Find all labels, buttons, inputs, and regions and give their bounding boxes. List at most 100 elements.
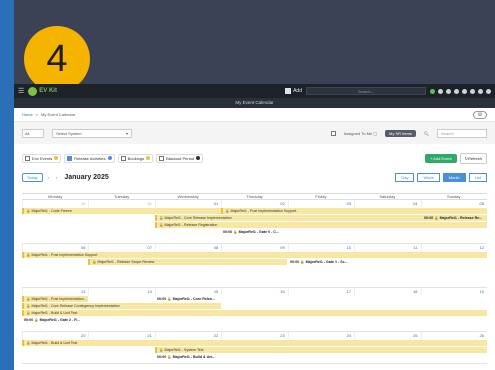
dow-label: Tuesday — [114, 194, 130, 199]
calendar-event[interactable]: 00:00 🔒 MajorRel1 - Gate 0 - C... — [221, 229, 285, 235]
legend-checkbox[interactable] — [67, 155, 73, 161]
legend-color-icon — [146, 156, 151, 160]
add-event-button[interactable]: + Add Event — [424, 153, 457, 163]
logo-leaf-icon — [28, 86, 38, 96]
search-icon: 🔍︎ — [423, 130, 429, 136]
calendar-event[interactable]: 🔒 MajorRel1 - Post Implementation Suppor… — [221, 208, 487, 214]
day-number-row: 13 14 15 16 17 18 19 — [22, 288, 487, 295]
calendar-event[interactable]: 00:00 🔒 MajorRel1 - Gate 2 - R... — [22, 317, 88, 323]
day-number[interactable]: 21 — [88, 332, 154, 339]
day-number[interactable]: 08 — [154, 244, 221, 251]
calendar-event[interactable]: 00:00 🔒 MajorRel1 - Release Re... — [422, 215, 487, 221]
calendar-event[interactable]: 🔒 MajorRel1 - Core Release Contingency I… — [22, 303, 221, 309]
day-number[interactable]: 19 — [420, 288, 487, 295]
left-accent-bar — [0, 0, 14, 370]
day-number[interactable]: 07 — [88, 244, 154, 251]
add-icon — [285, 88, 292, 94]
calendar-event[interactable]: 🔒 MajorRel1 - Code Freeze — [22, 208, 221, 214]
status-online-icon[interactable] — [430, 88, 435, 94]
legend-checkbox[interactable] — [159, 155, 165, 161]
settings-gear-icon[interactable] — [454, 88, 459, 94]
calendar-event[interactable]: 🔒 MajorRel1 - Build & Unit Test — [22, 310, 487, 316]
day-number[interactable]: 25 — [354, 332, 420, 339]
day-number[interactable]: 23 — [221, 332, 287, 339]
calendar-event[interactable]: 🔒 MajorRel1 - Release Scope Review — [88, 259, 287, 265]
calendar-event[interactable]: 00:00 🔒 MajorRel1 - Core Relea... — [155, 296, 221, 302]
calendar-event[interactable]: 🔒 MajorRel1 - Build & Unit Test — [22, 340, 487, 346]
day-number[interactable]: 04 — [354, 200, 420, 207]
breadcrumb-current: My Event Calendar — [41, 112, 76, 117]
day-number[interactable]: 05 — [420, 200, 487, 207]
day-number[interactable]: 11 — [354, 244, 420, 251]
today-button[interactable]: Today — [22, 172, 43, 182]
calendar-week: 30 31 01 02 03 04 05 🔒 MajorRel1 - Code … — [22, 200, 487, 244]
day-number[interactable]: 02 — [221, 200, 287, 207]
app-logo[interactable]: EV Kit — [28, 86, 57, 96]
calendar-search-input[interactable]: Search — [437, 128, 487, 138]
assigned-to-me-checkbox[interactable] — [330, 130, 336, 136]
my-sr-items-button[interactable]: My SR Items — [385, 129, 416, 137]
topbar-icon-group — [430, 88, 491, 94]
legend-color-icon — [54, 156, 59, 160]
day-number[interactable]: 18 — [354, 288, 420, 295]
page-settings-button[interactable]: ⚙ — [473, 110, 487, 119]
legend-color-icon — [107, 156, 112, 160]
day-number[interactable]: 22 — [154, 332, 221, 339]
calendar-event[interactable]: 🔒 MajorRel1 - System Test — [155, 347, 487, 353]
day-number[interactable]: 09 — [221, 244, 287, 251]
day-number[interactable]: 01 — [154, 200, 221, 207]
chevron-down-icon: ▾ — [125, 130, 128, 136]
legend-bookings[interactable]: Bookings — [117, 153, 154, 163]
day-number[interactable]: 17 — [287, 288, 354, 295]
add-button[interactable]: Add — [285, 88, 302, 94]
legend-checkbox[interactable] — [120, 155, 126, 161]
day-number[interactable]: 15 — [154, 288, 221, 295]
legend-checkbox[interactable] — [25, 155, 30, 161]
breadcrumb-home[interactable]: Home — [22, 112, 33, 117]
legend-release-activities[interactable]: Release Activities — [64, 153, 115, 163]
day-number[interactable]: 26 — [420, 332, 487, 339]
day-number[interactable]: 13 — [22, 288, 88, 295]
scope-select[interactable]: All — [22, 128, 44, 138]
documents-icon[interactable] — [446, 88, 451, 94]
day-number[interactable]: 14 — [88, 288, 154, 295]
hamburger-menu-icon[interactable]: ☰ — [18, 87, 24, 95]
day-number[interactable]: 10 — [287, 244, 354, 251]
day-number[interactable]: 24 — [287, 332, 354, 339]
day-number[interactable]: 03 — [287, 200, 354, 207]
view-week-button[interactable]: Week — [417, 172, 440, 182]
day-number[interactable]: 12 — [420, 244, 487, 251]
calendar-event[interactable]: 🔒 MajorRel1 - Post Implementation Suppor… — [22, 252, 487, 258]
view-month-button[interactable]: Month — [442, 172, 466, 182]
system-select[interactable]: Select System ▾ — [52, 128, 132, 138]
app-window: ☰ EV Kit Add Search... My Event Calendar… — [14, 84, 495, 370]
day-number[interactable]: 30 — [22, 200, 88, 207]
day-number[interactable]: 16 — [221, 288, 287, 295]
calendar-event[interactable]: 🔒 MajorRel1 - Release Registration — [155, 222, 487, 228]
prev-month-button[interactable]: ‹ — [46, 175, 51, 180]
day-number[interactable]: 06 — [22, 244, 88, 251]
legend-blackout-period[interactable]: Blackout Period — [156, 153, 204, 163]
day-number[interactable]: 31 — [88, 200, 154, 207]
calendar-event[interactable]: 🔒 MajorRel1 - Post Implementation... — [22, 296, 88, 302]
favorites-icon[interactable] — [462, 88, 467, 94]
day-number[interactable]: 20 — [22, 332, 88, 339]
view-day-button[interactable]: Day — [395, 172, 415, 182]
global-search-input[interactable]: Search... — [306, 87, 426, 95]
day-number-row: 20 21 22 23 24 25 26 — [22, 332, 487, 339]
legend-label: Release Activities — [74, 155, 106, 161]
next-month-button[interactable]: › — [54, 175, 59, 180]
calendar-toolbar: Today ‹ › January 2025 Day Week Month Li… — [14, 170, 495, 184]
day-number-row: 30 31 01 02 03 04 05 — [22, 200, 487, 207]
bookmark-icon[interactable] — [470, 88, 475, 94]
filter-icon[interactable] — [478, 88, 483, 94]
view-list-button[interactable]: List — [468, 172, 487, 182]
notifications-icon[interactable] — [438, 88, 443, 94]
legend-env-events[interactable]: Env Events — [22, 153, 62, 163]
calendar-event[interactable]: 00:00 🔒 MajorRel1 - Build & Uni... — [155, 354, 221, 360]
help-icon[interactable] — [486, 88, 491, 94]
legend-label: Blackout Period — [166, 155, 195, 161]
dow-label: Friday — [315, 194, 327, 199]
refresh-button[interactable]: ↻Refresh — [459, 152, 487, 164]
calendar-event[interactable]: 00:00 🔒 MajorRel1 - Gate 1 - Sc... — [288, 259, 354, 265]
